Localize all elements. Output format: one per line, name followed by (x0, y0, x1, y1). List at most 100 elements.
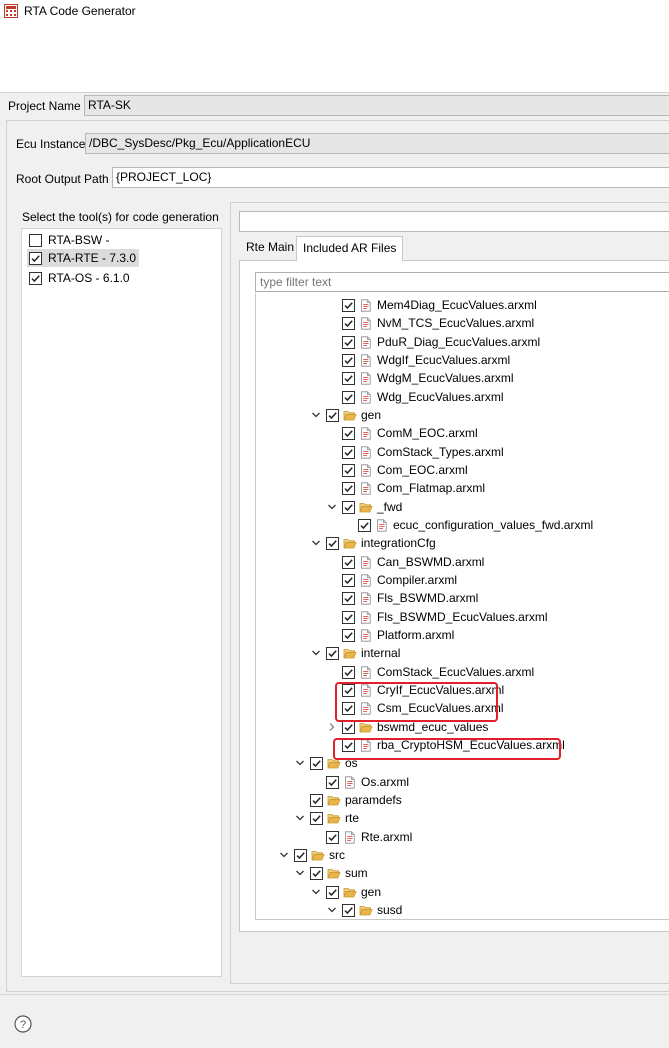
tree-checkbox[interactable] (342, 463, 355, 477)
folder-open-icon (343, 539, 357, 549)
tree-checkbox[interactable] (310, 867, 323, 881)
tree-checkbox[interactable] (342, 353, 355, 367)
tree-node-label: Com_EOC.arxml (377, 462, 468, 477)
tree-node-label: ComM_EOC.arxml (377, 426, 478, 441)
header-area (0, 24, 669, 93)
tree-checkbox[interactable] (342, 665, 355, 679)
folder-open-icon (327, 814, 341, 824)
tab-rte-main[interactable]: Rte Main (240, 236, 300, 260)
arxml-file-icon (361, 391, 371, 404)
tree-node-label: Fls_BSWMD_EcucValues.arxml (377, 609, 548, 624)
folder-open-icon (327, 869, 341, 879)
arxml-file-icon (361, 372, 371, 385)
tree-checkbox[interactable] (326, 408, 339, 422)
tree-checkbox[interactable] (326, 830, 339, 844)
folder-open-icon (327, 796, 341, 806)
tree-node-label: rte (345, 811, 360, 826)
tree-node-label: ComStack_EcucValues.arxml (377, 664, 535, 679)
tree-checkbox[interactable] (342, 500, 355, 514)
chevron-down-icon[interactable] (294, 757, 306, 769)
chevron-down-icon[interactable] (294, 812, 306, 824)
tree-node-label: Com_Flatmap.arxml (377, 481, 486, 496)
help-icon[interactable]: ? (14, 1015, 32, 1033)
tool-checkbox-rta-rte[interactable] (29, 252, 42, 265)
tree-checkbox[interactable] (342, 317, 355, 331)
folder-open-icon (343, 649, 357, 659)
tree-checkbox[interactable] (342, 390, 355, 404)
tree-node-label: NvM_TCS_EcucValues.arxml (377, 316, 535, 331)
tree-checkbox[interactable] (342, 335, 355, 349)
svg-text:?: ? (20, 1019, 26, 1031)
root-output-path-label: Root Output Path (16, 172, 109, 186)
tree-node-label: Os.arxml (361, 774, 409, 789)
chevron-down-icon[interactable] (310, 647, 322, 659)
tool-item-rta-rte[interactable]: RTA-RTE - 7.3.0 (27, 249, 139, 267)
tree-node-label: WdgIf_EcucValues.arxml (377, 352, 511, 367)
arxml-file-icon (361, 574, 371, 587)
arxml-file-icon (361, 317, 371, 330)
arxml-file-icon (361, 611, 371, 624)
tree-node-label: paramdefs (345, 792, 402, 807)
tree-node-label: WdgM_EcucValues.arxml (377, 371, 514, 386)
footer-bar: ? (0, 994, 669, 1048)
chevron-down-icon[interactable] (310, 537, 322, 549)
tree-node-label: integrationCfg (361, 536, 436, 551)
tree-checkbox[interactable] (326, 775, 339, 789)
tree-node-label: Platform.arxml (377, 627, 455, 642)
tab-included-ar-files[interactable]: Included AR Files (296, 236, 404, 261)
tree-node-label: Mem4Diag_EcucValues.arxml (377, 298, 537, 312)
ar-files-tree: Mem4Diag_EcucValues.arxml NvM_TCS_EcucVal… (255, 293, 669, 920)
tool-item-rta-os[interactable]: RTA-OS - 6.1.0 (27, 269, 139, 287)
tree-checkbox[interactable] (342, 445, 355, 459)
tree-checkbox[interactable] (310, 757, 323, 771)
tree-checkbox[interactable] (342, 720, 355, 734)
tree-node-label: src (329, 847, 345, 862)
tree-checkbox[interactable] (294, 848, 307, 862)
tree-checkbox[interactable] (326, 885, 339, 899)
folder-open-icon (359, 905, 373, 916)
tree-checkbox[interactable] (310, 812, 323, 826)
filter-input[interactable] (255, 272, 669, 292)
folder-open-icon (311, 850, 325, 861)
tool-item-rta-bsw[interactable]: RTA-BSW - 6.0.0 (27, 231, 139, 265)
tree-checkbox[interactable] (358, 518, 371, 532)
tree-checkbox[interactable] (342, 299, 355, 312)
chevron-down-icon[interactable] (294, 867, 306, 879)
ecu-instance-field[interactable]: /DBC_SysDesc/Pkg_Ecu/ApplicationECU (85, 133, 669, 154)
tree-checkbox[interactable] (326, 537, 339, 551)
tree-node-label: PduR_Diag_EcucValues.arxml (377, 334, 541, 349)
chevron-down-icon[interactable] (278, 849, 290, 861)
window-title: RTA Code Generator (24, 4, 136, 18)
chevron-down-icon[interactable] (326, 501, 338, 513)
chevron-right-icon[interactable] (326, 721, 338, 733)
tree-checkbox[interactable] (342, 903, 355, 917)
project-name-label: Project Name (8, 99, 81, 113)
arxml-file-icon (361, 427, 371, 440)
tree-checkbox[interactable] (310, 793, 323, 807)
chevron-down-icon[interactable] (326, 904, 338, 916)
tree-checkbox[interactable] (326, 647, 339, 661)
tool-item-label: RTA-OS - 6.1.0 (48, 271, 130, 285)
tree-checkbox[interactable] (342, 592, 355, 606)
chevron-down-icon[interactable] (310, 886, 322, 898)
folder-open-icon (343, 887, 357, 897)
tree-checkbox[interactable] (342, 573, 355, 587)
arxml-file-icon (361, 354, 371, 367)
tree-checkbox[interactable] (342, 555, 355, 569)
tree-checkbox[interactable] (342, 610, 355, 624)
tool-checkbox-rta-os[interactable] (29, 272, 42, 285)
tree-checkbox[interactable] (342, 628, 355, 642)
chevron-down-icon[interactable] (310, 409, 322, 421)
folder-open-icon (359, 502, 373, 513)
tree-node-label: Rte.arxml (361, 829, 413, 844)
tree-checkbox[interactable] (342, 427, 355, 441)
root-output-path-field[interactable]: {PROJECT_LOC} (112, 167, 669, 188)
folder-open-icon (343, 411, 357, 421)
tree-node-label: ecuc_configuration_values_fwd.arxml (393, 517, 594, 532)
tree-checkbox[interactable] (342, 482, 355, 496)
tree-checkbox[interactable] (342, 372, 355, 386)
arxml-file-icon (361, 446, 371, 459)
project-name-field[interactable]: RTA-SK (84, 95, 669, 116)
tool-checkbox-rta-bsw[interactable] (29, 234, 42, 247)
tool-selection-label: Select the tool(s) for code generation (22, 210, 219, 224)
